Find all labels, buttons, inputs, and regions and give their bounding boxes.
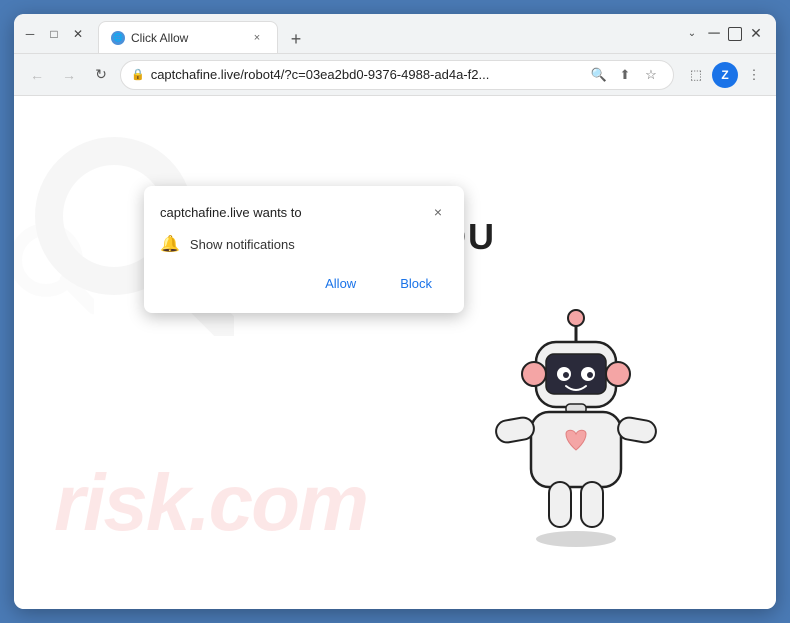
notification-label: Show notifications [190, 237, 295, 252]
active-tab[interactable]: 🌐 Click Allow × [98, 21, 278, 53]
close-button[interactable]: ✕ [70, 26, 86, 42]
popup-buttons: Allow Block [160, 270, 448, 297]
title-maximize-button[interactable] [728, 27, 742, 41]
popup-close-button[interactable]: × [428, 202, 448, 222]
back-button[interactable]: ← [24, 62, 50, 88]
lock-icon: 🔒 [131, 68, 145, 81]
address-bar: ← → ↻ 🔒 captchafine.live/robot4/?c=03ea2… [14, 54, 776, 96]
title-close-button[interactable]: ✕ [748, 26, 764, 42]
popup-header: captchafine.live wants to × [160, 202, 448, 222]
tab-close-button[interactable]: × [249, 30, 265, 46]
bookmark-icon[interactable]: ☆ [639, 63, 663, 87]
notification-popup: captchafine.live wants to × 🔔 Show notif… [144, 186, 464, 313]
maximize-button[interactable]: □ [46, 26, 62, 42]
title-bar: ─ □ ✕ 🌐 Click Allow × + ⌄ ─ ✕ [14, 14, 776, 54]
tab-strip: 🌐 Click Allow × + [98, 14, 678, 53]
forward-button[interactable]: → [56, 62, 82, 88]
window-controls: ─ □ ✕ [22, 26, 86, 42]
new-tab-button[interactable]: + [282, 25, 310, 53]
refresh-button[interactable]: ↻ [88, 62, 114, 88]
url-text: captchafine.live/robot4/?c=03ea2bd0-9376… [151, 67, 581, 82]
tab-favicon: 🌐 [111, 31, 125, 45]
magnifier-partial-icon [14, 196, 94, 356]
page-content: risk.com YOU captchafine.live wants to ×… [14, 96, 776, 609]
share-icon[interactable]: ⬆ [613, 63, 637, 87]
title-minimize-button[interactable]: ─ [706, 26, 722, 42]
sidebar-icon[interactable]: ⬚ [684, 63, 708, 87]
profile-button[interactable]: Z [712, 62, 738, 88]
search-icon[interactable]: 🔍 [587, 63, 611, 87]
popup-notification-row: 🔔 Show notifications [160, 234, 448, 254]
robot-svg [476, 304, 676, 564]
block-button[interactable]: Block [384, 270, 448, 297]
watermark-text: risk.com [54, 457, 367, 549]
bell-icon: 🔔 [160, 234, 180, 254]
menu-icon[interactable]: ⋮ [742, 63, 766, 87]
popup-title: captchafine.live wants to [160, 205, 302, 220]
url-actions: 🔍 ⬆ ☆ [587, 63, 663, 87]
robot-illustration [476, 304, 676, 569]
browser-actions: ⬚ Z ⋮ [684, 62, 766, 88]
tab-title: Click Allow [131, 31, 243, 45]
browser-window: ─ □ ✕ 🌐 Click Allow × + ⌄ ─ ✕ [14, 14, 776, 609]
minimize-button[interactable]: ─ [22, 26, 38, 42]
url-bar[interactable]: 🔒 captchafine.live/robot4/?c=03ea2bd0-93… [120, 60, 674, 90]
chevron-down-icon: ⌄ [684, 26, 700, 42]
allow-button[interactable]: Allow [305, 270, 376, 297]
